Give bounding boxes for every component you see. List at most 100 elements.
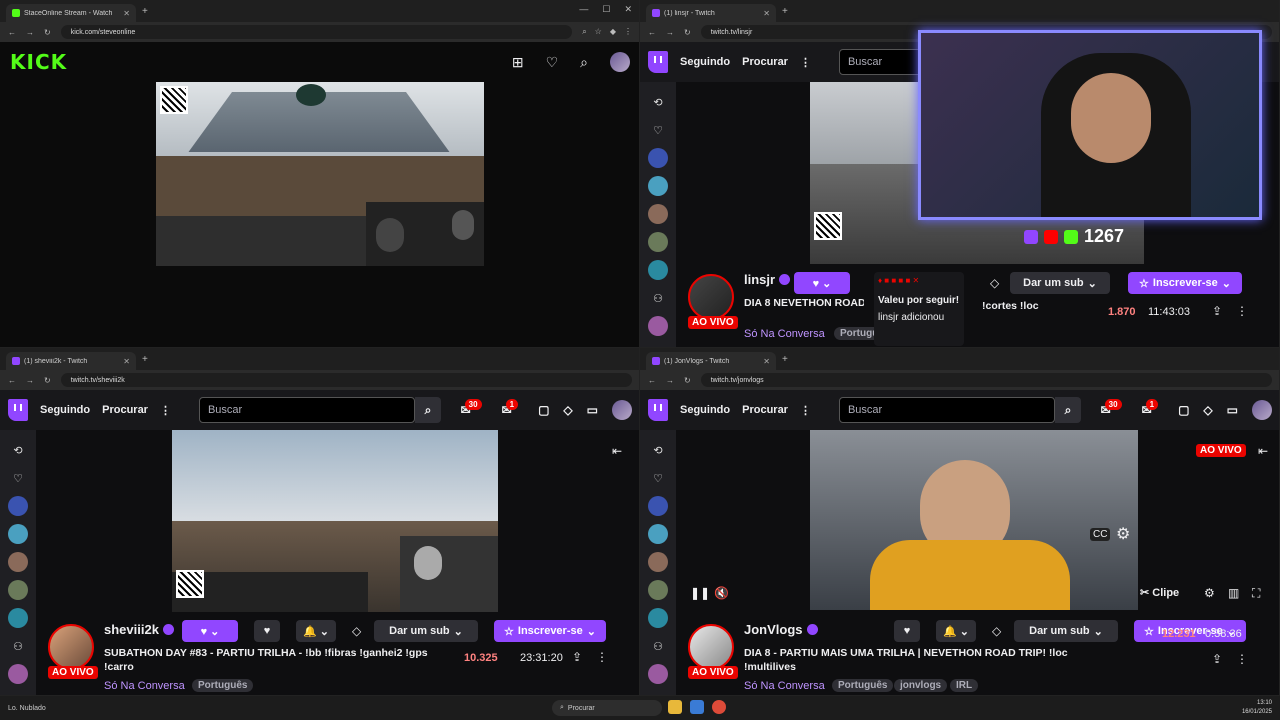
sidebar-channel[interactable] — [8, 524, 28, 544]
prime-icon[interactable]: ◇ — [563, 403, 572, 417]
inbox-icon[interactable]: ✉30 — [461, 399, 488, 417]
tab-sheviii[interactable]: (1) sheviii2k - Twitch ✕ — [6, 352, 136, 370]
sidebar-channel[interactable] — [648, 204, 668, 224]
sidebar-channel[interactable] — [648, 232, 668, 252]
gift-sub-button[interactable]: Dar um sub ⌄ — [1010, 272, 1110, 294]
follow-button[interactable]: ♥ ⌄ — [794, 272, 850, 294]
collapse-icon[interactable]: ⟲ — [648, 92, 668, 112]
channel-name[interactable]: linsjr — [744, 272, 775, 287]
whispers-icon[interactable]: ✉1 — [502, 399, 525, 417]
weather-widget[interactable]: Lo. Nublado — [8, 705, 46, 712]
sidebar-channel[interactable] — [8, 552, 28, 572]
search-icon[interactable]: ⌕ — [580, 54, 588, 71]
search-input[interactable]: Buscar — [198, 397, 415, 423]
search-input[interactable]: Buscar — [838, 49, 929, 75]
sidebar-channel[interactable] — [648, 148, 668, 168]
channel-avatar[interactable] — [48, 624, 94, 670]
close-window-icon[interactable]: ✕ — [624, 4, 632, 15]
sidebar-channel[interactable] — [648, 176, 668, 196]
tab-kick[interactable]: StaceOnline Stream - Watch ✕ — [6, 4, 136, 22]
forward-icon[interactable]: → — [26, 376, 34, 385]
more-icon[interactable]: ⋮ — [800, 56, 811, 69]
add-friend-icon[interactable]: ⚇ — [648, 636, 668, 656]
search-button[interactable]: ⌕ — [1054, 397, 1081, 423]
more-icon[interactable]: ⋮ — [160, 404, 171, 417]
back-icon[interactable]: ← — [648, 28, 656, 37]
channel-avatar[interactable] — [688, 624, 734, 670]
back-icon[interactable]: ← — [8, 28, 16, 37]
jonvlogs-video-player[interactable]: AO VIVO ⇤ CC ⚙ ❚❚ 🔇 ✂ Clipe ⚙ ▥ ⛶ — [676, 430, 1274, 610]
gift-sub-button[interactable]: Dar um sub ⌄ — [374, 620, 478, 642]
gift-sub-button[interactable]: Dar um sub ⌄ — [1014, 620, 1118, 642]
forward-icon[interactable]: → — [666, 376, 674, 385]
sidebar-channel[interactable] — [648, 608, 668, 628]
add-friend-icon[interactable]: ⚇ — [648, 288, 668, 308]
stream-category[interactable]: Só Na Conversa — [744, 680, 825, 692]
chrome-icon[interactable] — [712, 700, 726, 714]
maximize-icon[interactable]: ☐ — [602, 4, 610, 15]
bits-icon[interactable]: ▭ — [1227, 403, 1238, 417]
follow-button[interactable]: ♥ ⌄ — [182, 620, 238, 642]
sidebar-channel[interactable] — [648, 496, 668, 516]
heart-icon[interactable]: ♡ — [648, 468, 668, 488]
nav-following[interactable]: Seguindo — [680, 404, 730, 416]
back-icon[interactable]: ← — [648, 376, 656, 385]
reload-icon[interactable]: ↻ — [44, 28, 51, 37]
channel-name[interactable]: sheviii2k — [104, 622, 159, 637]
menu-icon[interactable]: ⋮ — [624, 27, 632, 37]
nav-following[interactable]: Seguindo — [680, 56, 730, 68]
gem-icon[interactable]: ◇ — [992, 624, 1001, 638]
kick-video-player[interactable] — [156, 82, 484, 266]
sidebar-channel[interactable] — [648, 580, 668, 600]
notification-button[interactable]: 🔔 ⌄ — [936, 620, 976, 642]
gem-icon[interactable]: ◇ — [990, 276, 999, 290]
stream-category[interactable]: Só Na Conversa — [744, 328, 825, 340]
search-button[interactable]: ⌕ — [414, 397, 441, 423]
clock[interactable]: 13:10 16/01/2025 — [1242, 699, 1272, 717]
nav-following[interactable]: Seguindo — [40, 404, 90, 416]
sidebar-channel[interactable] — [648, 524, 668, 544]
collapse-icon[interactable]: ⟲ — [8, 440, 28, 460]
collapse-icon[interactable]: ⟲ — [648, 440, 668, 460]
heart-button[interactable]: ♥ — [254, 620, 280, 642]
tag-language[interactable]: Português — [832, 679, 894, 692]
captions-icon[interactable]: CC — [1090, 528, 1111, 541]
sheviii-video-player[interactable] — [172, 430, 498, 612]
tab-linsjr[interactable]: (1) linsjr - Twitch ✕ — [646, 4, 776, 22]
tab-jonvlogs[interactable]: (1) JonVlogs - Twitch ✕ — [646, 352, 776, 370]
url-field[interactable]: kick.com/steveonline — [60, 25, 573, 39]
activity-icon[interactable]: ▢ — [538, 403, 549, 417]
more-icon[interactable]: ⋮ — [800, 404, 811, 417]
reload-icon[interactable]: ↻ — [684, 376, 691, 385]
taskbar-search[interactable]: ⌕ Procurar — [552, 700, 662, 716]
subscribe-button[interactable]: ☆ Inscrever-se ⌄ — [494, 620, 606, 642]
forward-icon[interactable]: → — [26, 28, 34, 37]
new-tab-icon[interactable]: + — [782, 354, 788, 365]
sidebar-channel[interactable] — [648, 316, 668, 336]
sidebar-channel[interactable] — [648, 260, 668, 280]
twitch-logo-icon[interactable] — [648, 399, 668, 421]
whispers-icon[interactable]: ✉1 — [1142, 399, 1165, 417]
sidebar-channel[interactable] — [648, 552, 668, 572]
share-icon[interactable]: ⇪ — [1212, 652, 1222, 666]
heart-button[interactable]: ♥ — [894, 620, 920, 642]
bits-icon[interactable]: ▭ — [587, 403, 598, 417]
follow-heart-icon[interactable]: ♡ — [546, 54, 559, 71]
new-tab-icon[interactable]: + — [782, 6, 788, 17]
nav-browse[interactable]: Procurar — [742, 56, 788, 68]
share-icon[interactable]: ⇪ — [572, 650, 582, 664]
close-tab-icon[interactable]: ✕ — [123, 9, 130, 18]
file-explorer-icon[interactable] — [668, 700, 682, 714]
close-tab-icon[interactable]: ✕ — [763, 357, 770, 366]
sidebar-channel[interactable] — [8, 580, 28, 600]
sidebar-channel[interactable] — [8, 608, 28, 628]
mute-icon[interactable]: 🔇 — [714, 586, 729, 600]
sidebar-channel[interactable] — [648, 664, 668, 684]
inbox-icon[interactable]: ✉30 — [1101, 399, 1128, 417]
close-tab-icon[interactable]: ✕ — [123, 357, 130, 366]
reload-icon[interactable]: ↻ — [44, 376, 51, 385]
share-icon[interactable]: ⇪ — [1212, 304, 1222, 318]
more-options-icon[interactable]: ⋮ — [596, 650, 608, 664]
close-tab-icon[interactable]: ✕ — [763, 9, 770, 18]
store-icon[interactable] — [690, 700, 704, 714]
